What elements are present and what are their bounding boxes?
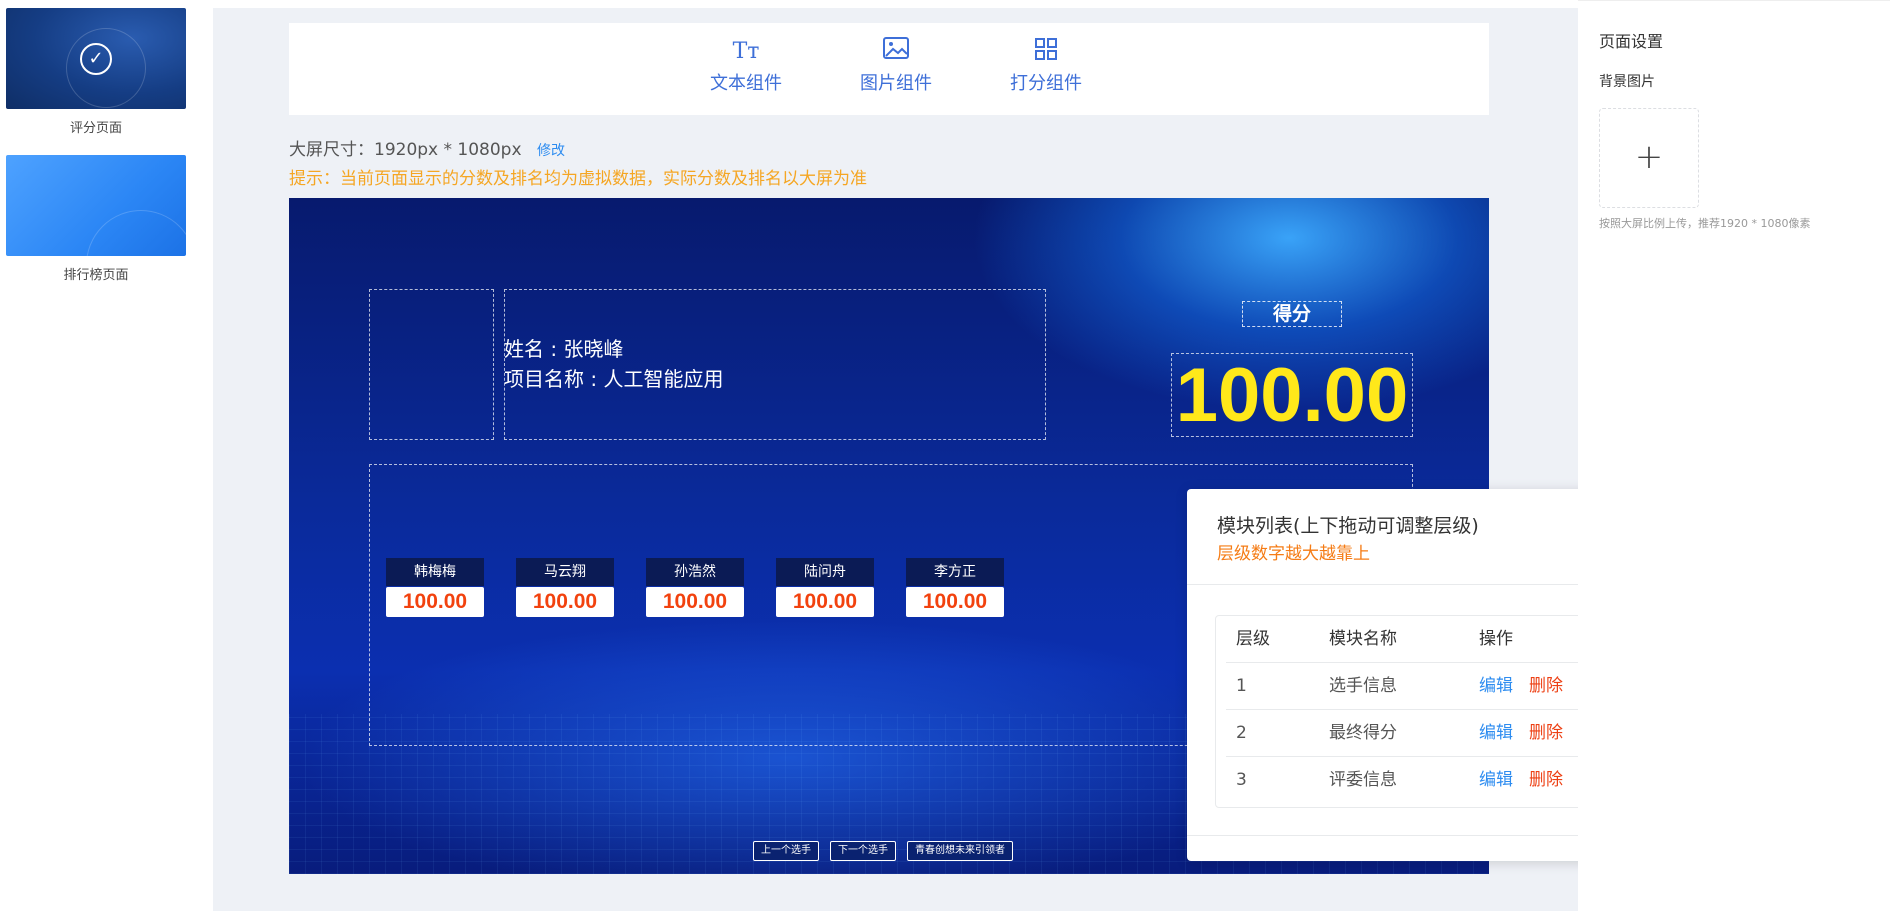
score-component-label: 打分组件 [1010,73,1082,94]
score-component-button[interactable]: 打分组件 [1001,37,1091,95]
component-toolbar: Tт 文本组件 图片组件 打分组件 [289,23,1489,115]
text-icon: Tт [732,39,760,64]
row-level: 2 [1236,723,1247,743]
screen-size-text: 大屏尺寸：1920px * 1080px [289,140,522,160]
judge-score: 100.00 [646,587,744,617]
delete-link[interactable]: 删除 [1529,710,1563,756]
judge-score: 100.00 [906,587,1004,617]
screen-size-line: 大屏尺寸：1920px * 1080px 修改 [289,135,565,160]
edit-size-link[interactable]: 修改 [537,143,565,159]
judge-card: 陆问舟 100.00 [776,558,874,617]
page-label-ranking: 排行榜页面 [63,268,129,283]
judge-name: 韩梅梅 [386,558,484,586]
judge-card: 李方正 100.00 [906,558,1004,617]
check-icon: ✓ [80,43,112,75]
page-thumb-score[interactable]: ✓ [6,8,186,109]
contestant-name: 姓名 : 张晓峰 [504,337,624,361]
row-level: 1 [1236,676,1247,696]
avatar-placeholder[interactable] [369,289,494,440]
header-level: 层级 [1236,629,1270,649]
image-component-label: 图片组件 [860,73,932,94]
judge-name: 孙浩然 [646,558,744,586]
image-icon [851,37,941,67]
page-label-score: 评分页面 [69,121,122,136]
page-list: ✓ 评分页面 排行榜页面 [0,0,213,911]
popup-title: 模块列表(上下拖动可调整层级) [1217,515,1479,537]
tip-text: 提示：当前页面显示的分数及排名均为虚拟数据，实际分数及排名以大屏为准 [289,169,867,189]
delete-link[interactable]: 删除 [1529,757,1563,803]
thumb-decoration [86,210,186,256]
judge-name: 李方正 [906,558,1004,586]
third-nav-button[interactable]: 青春创想未来引领者 [907,841,1013,861]
row-name: 评委信息 [1329,770,1397,790]
background-image-label: 背景图片 [1599,74,1655,90]
judge-score: 100.00 [776,587,874,617]
upload-hint: 按照大屏比例上传，推荐1920 * 1080像素 [1599,217,1811,230]
delete-link[interactable]: 删除 [1529,663,1563,709]
text-component-label: 文本组件 [710,73,782,94]
plus-icon: + [1634,137,1664,177]
judge-score: 100.00 [386,587,484,617]
image-component-button[interactable]: 图片组件 [851,37,941,95]
header-action: 操作 [1479,629,1513,649]
header-name: 模块名称 [1329,629,1397,649]
settings-title: 页面设置 [1599,32,1664,51]
next-contestant-button[interactable]: 下一个选手 [830,841,896,861]
judge-card: 孙浩然 100.00 [646,558,744,617]
judge-name: 马云翔 [516,558,614,586]
final-score[interactable]: 100.00 [1171,353,1413,438]
judge-card: 韩梅梅 100.00 [386,558,484,617]
score-label[interactable]: 得分 [1242,301,1342,327]
row-level: 3 [1236,770,1247,790]
judge-score: 100.00 [516,587,614,617]
edit-link[interactable]: 编辑 [1479,663,1513,709]
popup-subtitle: 层级数字越大越靠上 [1217,544,1370,564]
project-name: 项目名称 : 人工智能应用 [504,367,724,391]
row-name: 选手信息 [1329,676,1397,696]
upload-background-button[interactable]: + [1599,108,1699,208]
judge-card: 马云翔 100.00 [516,558,614,617]
edit-link[interactable]: 编辑 [1479,757,1513,803]
text-component-button[interactable]: Tт 文本组件 [701,37,791,95]
judge-name: 陆问舟 [776,558,874,586]
page-thumb-ranking[interactable] [6,155,186,256]
edit-link[interactable]: 编辑 [1479,710,1513,756]
settings-panel: 页面设置 背景图片 + 按照大屏比例上传，推荐1920 * 1080像素 [1578,0,1890,911]
grid-icon [1001,37,1091,67]
prev-contestant-button[interactable]: 上一个选手 [753,841,819,861]
editor-area: Tт 文本组件 图片组件 打分组件 大屏尺寸：1920px * 1080px 修… [213,8,1685,911]
row-name: 最终得分 [1329,723,1397,743]
